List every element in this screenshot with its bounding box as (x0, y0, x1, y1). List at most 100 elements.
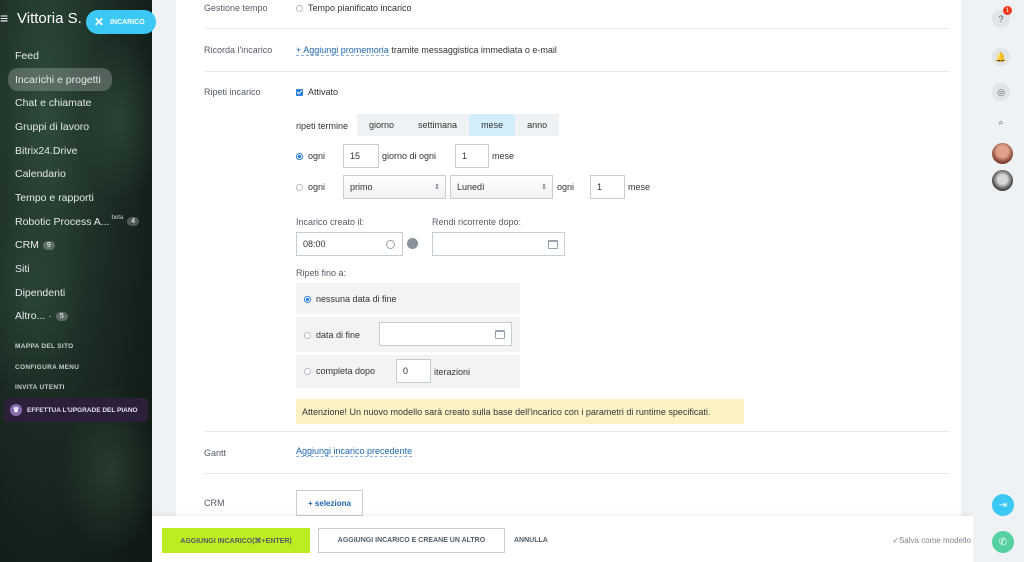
checkbox-checked-icon (296, 89, 303, 97)
sidebar-item-workgroups[interactable]: Gruppi di lavoro (8, 115, 148, 139)
notifications-icon[interactable]: 🔔 (992, 48, 1010, 66)
save-as-template-checkbox[interactable]: ✓ Salva come modello (892, 528, 971, 553)
phone-icon[interactable]: ✆ (992, 531, 1014, 553)
crown-icon: ♛ (10, 404, 22, 416)
iterations-input[interactable]: 0 (396, 359, 431, 383)
repeat-term-label: ripeti termine (296, 121, 349, 131)
task-form: Gestione tempo Tempo pianificato incaric… (164, 0, 961, 516)
rpa-counter: 4 (127, 217, 140, 227)
sidebar-item-calendar[interactable]: Calendario (8, 162, 148, 186)
planned-time-radio[interactable] (296, 5, 303, 13)
divider (204, 473, 949, 474)
every-day-option[interactable]: ogni (296, 151, 325, 161)
portal-title[interactable]: ≡ Vittoria S. (0, 10, 82, 27)
sidebar-item-tasks[interactable]: Incarichi e progetti (8, 67, 112, 92)
end-date-radio[interactable] (304, 332, 311, 340)
month2-interval-input[interactable]: 1 (590, 175, 625, 199)
divider (204, 28, 949, 29)
iterations-label: iterazioni (434, 367, 471, 377)
clock-icon (386, 240, 395, 249)
divider (204, 71, 949, 72)
until-no-end-row[interactable]: nessuna data di fine (296, 283, 520, 314)
day-of-every-label: giorno di ogni (382, 151, 437, 161)
term-week[interactable]: settimana (406, 114, 469, 136)
help-badge: 1 (1003, 6, 1012, 15)
beta-label: beta (111, 214, 124, 221)
weekday-select[interactable]: Lunedì ⇕ (450, 175, 553, 199)
repeat-label: Ripeti incarico (204, 87, 261, 97)
reminder-row: + Aggiungi promemoria tramite messaggist… (296, 45, 557, 56)
sidebar-item-crm[interactable]: CRM 9 (8, 234, 148, 258)
invite-users-link[interactable]: INVITA UTENTI (15, 384, 65, 391)
timezone-icon[interactable] (407, 238, 418, 249)
calendar-icon (495, 330, 505, 339)
created-at-label: Incarico creato il: (296, 217, 365, 227)
check-icon: ✓ (892, 536, 899, 545)
sidebar-item-drive[interactable]: Bitrix24.Drive (8, 139, 148, 163)
avatar[interactable] (992, 143, 1013, 164)
more-dots-icon: · (48, 310, 52, 323)
add-task-and-another-button[interactable]: AGGIUNGI INCARICO E CREANE UN ALTRO (318, 528, 505, 553)
open-lines-icon[interactable]: ⇥ (992, 494, 1014, 516)
sidebar-item-chat[interactable]: Chat e chiamate (8, 91, 148, 115)
avatar[interactable] (992, 170, 1013, 191)
calendar-icon (548, 240, 558, 249)
cancel-button[interactable]: ANNULLA (514, 528, 548, 553)
time-management-label: Gestione tempo (204, 3, 268, 13)
term-month[interactable]: mese (469, 114, 516, 136)
menu-icon[interactable]: ≡ (0, 10, 14, 26)
sidebar-item-rpa[interactable]: Robotic Process A... beta 4 (8, 210, 148, 234)
repeat-enabled-checkbox[interactable]: Attivato (296, 87, 338, 97)
planned-time-option[interactable]: Tempo pianificato incarico (296, 3, 412, 13)
sidebar-item-time-reports[interactable]: Tempo e rapporti (8, 186, 148, 210)
select-arrows-icon: ⇕ (434, 184, 440, 191)
close-icon: ✕ (94, 15, 105, 29)
warning-message: Attenzione! Un nuovo modello sarà creato… (296, 399, 744, 424)
site-map-link[interactable]: MAPPA DEL SITO (15, 343, 74, 350)
messenger-icon[interactable]: ◎ (992, 83, 1010, 101)
term-day[interactable]: giorno (357, 114, 406, 136)
reminder-label: Ricorda l'incarico (204, 45, 273, 55)
main-menu: Feed Incarichi e progetti Chat e chiamat… (8, 44, 148, 328)
every-weekday-radio[interactable] (296, 184, 303, 192)
search-icon[interactable]: ⌕ (992, 113, 1010, 131)
created-time-input[interactable]: 08:00 (296, 232, 403, 256)
add-reminder-link[interactable]: + Aggiungi promemoria (296, 45, 389, 56)
recurring-date-input[interactable] (432, 232, 565, 256)
ordinal-select[interactable]: primo ⇕ (343, 175, 446, 199)
sidebar-item-employees[interactable]: Dipendenti (8, 281, 148, 305)
crm-label: CRM (204, 498, 225, 508)
left-sidebar: ≡ Vittoria S. Feed Incarichi e progetti C… (0, 0, 152, 562)
every-day-radio[interactable] (296, 153, 303, 161)
crm-select-button[interactable]: + seleziona (296, 490, 363, 516)
end-date-input[interactable] (379, 322, 512, 346)
iterations-radio[interactable] (304, 368, 311, 376)
no-end-radio[interactable] (304, 296, 311, 304)
more-counter: 5 (55, 311, 68, 321)
right-rail: ? 1 🔔 ◎ ⌕ ⇥ ✆ (973, 0, 1024, 562)
sidebar-item-feed[interactable]: Feed (8, 44, 148, 68)
help-icon[interactable]: ? 1 (992, 6, 1012, 28)
month-interval-input[interactable]: 1 (455, 144, 489, 168)
add-predecessor-link[interactable]: Aggiungi incarico precedente (296, 446, 413, 457)
crm-counter: 9 (42, 240, 55, 250)
close-task-chip[interactable]: ✕ INCARICO (86, 10, 156, 34)
upgrade-plan-button[interactable]: ♛ EFFETTUA L'UPGRADE DEL PIANO (4, 398, 148, 422)
repeat-until-label: Ripeti fino a: (296, 268, 347, 278)
sidebar-item-more[interactable]: Altro... · 5 (8, 305, 148, 329)
select-arrows-icon: ⇕ (541, 184, 547, 191)
add-task-button[interactable]: AGGIUNGI INCARICO(⌘+ENTER) (162, 528, 310, 553)
month2-label: mese (628, 182, 651, 192)
configure-menu-link[interactable]: CONFIGURA MENU (15, 364, 79, 371)
repeat-term-selector: giorno settimana mese anno (357, 114, 560, 136)
sidebar-item-sites[interactable]: Siti (8, 257, 148, 281)
term-year[interactable]: anno (515, 114, 559, 136)
gantt-label: Gantt (204, 448, 227, 458)
every-weekday-option[interactable]: ogni (296, 182, 325, 192)
month-label: mese (492, 151, 515, 161)
action-bar: AGGIUNGI INCARICO(⌘+ENTER) AGGIUNGI INCA… (152, 516, 973, 562)
gantt-row: Aggiungi incarico precedente (296, 446, 413, 457)
divider (204, 431, 949, 432)
day-number-input[interactable]: 15 (343, 144, 379, 168)
recurring-after-label: Rendi ricorrente dopo: (432, 217, 522, 227)
